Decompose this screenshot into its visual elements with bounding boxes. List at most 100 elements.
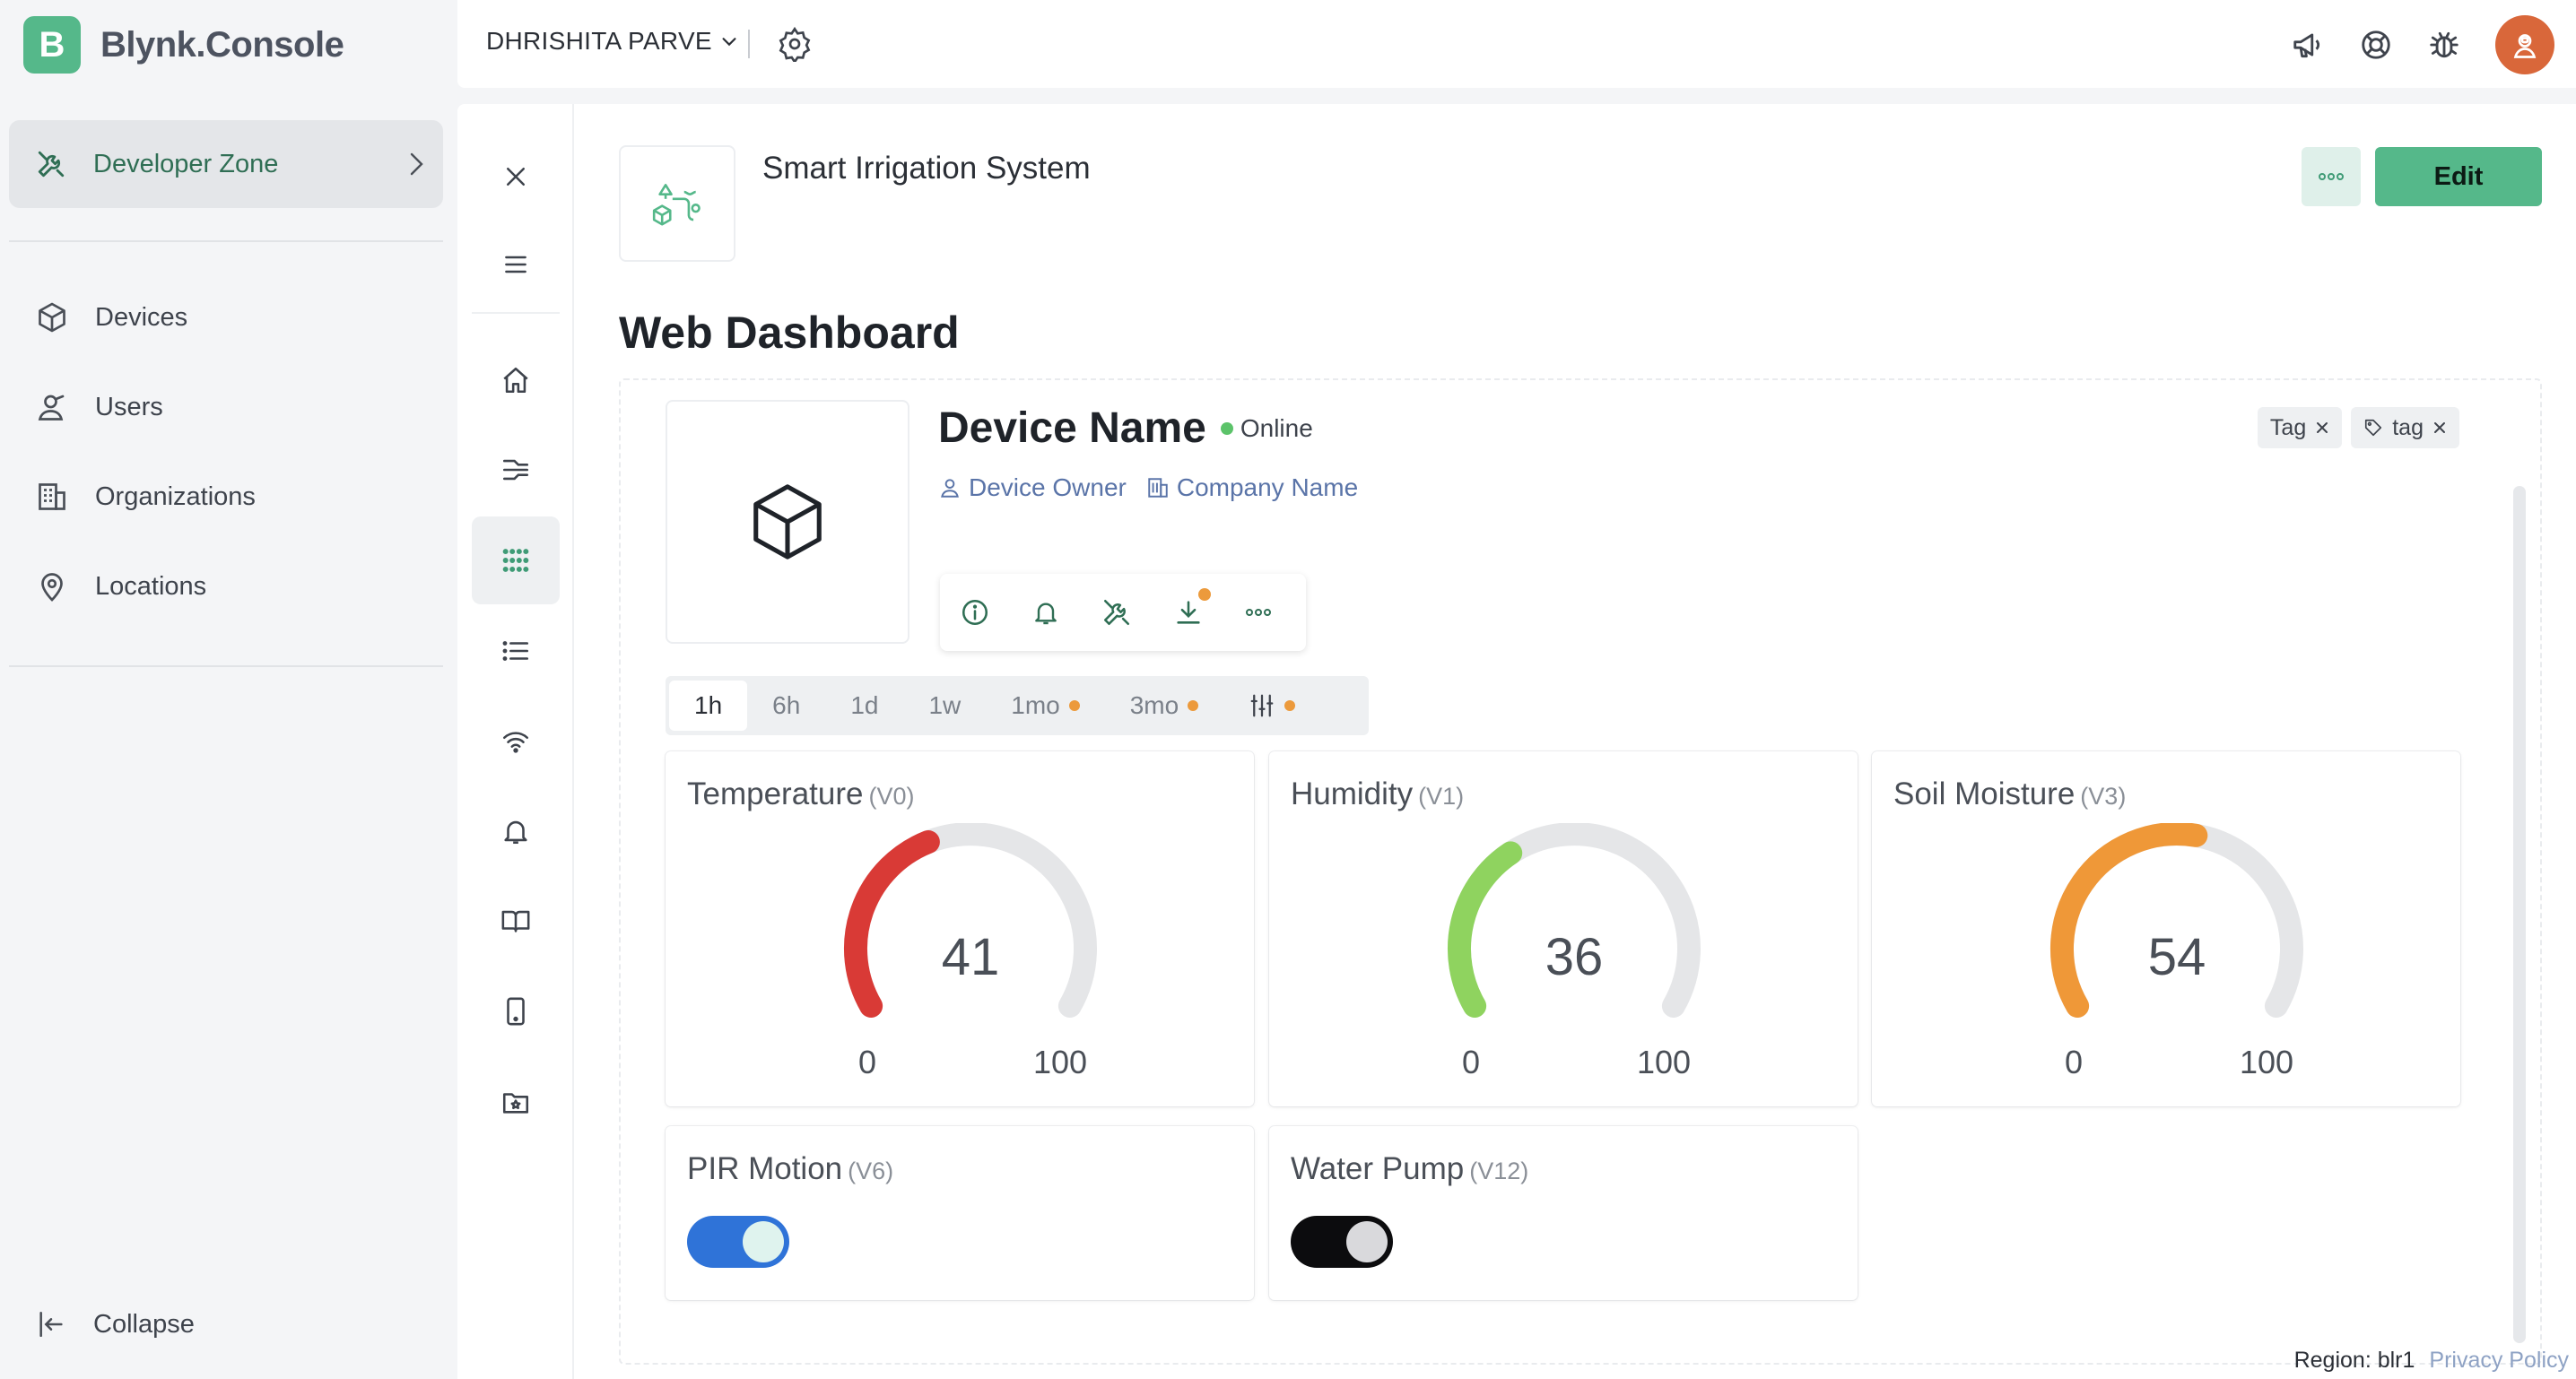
avatar[interactable] — [2495, 15, 2554, 74]
scrollbar[interactable] — [2513, 486, 2526, 1343]
sidebar-item-devices[interactable]: Devices — [36, 291, 187, 344]
template-image — [619, 145, 735, 262]
settings-icon[interactable] — [777, 26, 813, 62]
gauge-max: 100 — [2239, 1044, 2294, 1080]
time-range-selector: 1h 6h 1d 1w 1mo 3mo — [666, 676, 1369, 735]
edit-button[interactable]: Edit — [2375, 147, 2542, 206]
developer-zone-label: Developer Zone — [93, 149, 279, 178]
close-icon[interactable] — [472, 133, 560, 221]
time-range-label: 3mo — [1129, 691, 1179, 719]
company-name-link[interactable]: Company Name — [1146, 473, 1358, 502]
irrigation-icon — [652, 184, 701, 226]
time-range-1d[interactable]: 1d — [825, 681, 903, 731]
org-name: DHRISHITA PARVE — [486, 27, 712, 55]
time-range-label: 6h — [772, 691, 801, 719]
template-name: Smart Irrigation System — [762, 151, 1091, 186]
user-icon — [941, 479, 959, 498]
premium-dot — [1068, 700, 1080, 711]
collapse-button[interactable]: Collapse — [36, 1309, 195, 1340]
time-range-1h[interactable]: 1h — [669, 681, 748, 731]
notification-dot — [1198, 588, 1211, 601]
company-name-label: Company Name — [1176, 473, 1359, 501]
brand-name: Blynk.Console — [100, 24, 344, 65]
top-divider — [748, 30, 750, 58]
info-icon[interactable] — [960, 597, 990, 628]
sidebar-item-label: Devices — [95, 302, 188, 332]
sidebar-divider — [9, 240, 443, 242]
left-sidebar: B Blynk.Console Developer Zone Devices U… — [0, 0, 457, 1379]
device-tags: Tag tag — [2257, 407, 2459, 448]
custom-range-button[interactable] — [1223, 681, 1320, 731]
more-icon[interactable] — [1245, 608, 1272, 617]
time-range-6h[interactable]: 6h — [747, 681, 825, 731]
device-owner-link[interactable]: Device Owner — [938, 473, 1127, 502]
time-range-1w[interactable]: 1w — [903, 681, 986, 731]
megaphone-icon[interactable] — [2291, 28, 2325, 62]
time-range-label: 1w — [928, 691, 962, 719]
water-pump-toggle[interactable] — [1291, 1216, 1393, 1268]
page-title: Web Dashboard — [619, 308, 960, 358]
widget-title: PIR Motion (V6) — [687, 1151, 894, 1186]
download-icon[interactable] — [1173, 588, 1211, 628]
device-image[interactable] — [666, 400, 909, 644]
list-icon[interactable] — [472, 607, 560, 695]
bell-icon[interactable] — [1031, 598, 1060, 627]
chevron-down-icon — [719, 31, 739, 51]
tag-chip[interactable]: Tag — [2257, 407, 2343, 448]
gauge-widget-temperature[interactable]: Temperature (V0) 41 0 100 — [666, 751, 1254, 1106]
close-icon[interactable] — [2315, 421, 2329, 435]
collapse-icon — [36, 1309, 66, 1340]
close-icon[interactable] — [2432, 421, 2447, 435]
sidebar-item-users[interactable]: Users — [36, 380, 163, 434]
toggle-knob — [743, 1221, 784, 1262]
sidebar-item-label: Organizations — [95, 481, 256, 511]
device-meta: Device Owner Company Name — [938, 473, 1358, 502]
time-range-1mo[interactable]: 1mo — [986, 681, 1104, 731]
more-options-button[interactable] — [2302, 147, 2361, 206]
wifi-icon[interactable] — [472, 698, 560, 785]
tools-icon — [36, 149, 66, 179]
top-icons — [2291, 15, 2554, 74]
developer-zone-button[interactable]: Developer Zone — [9, 120, 443, 208]
device-name: Device Name — [938, 404, 1206, 452]
gauge-widget-soil-moisture[interactable]: Soil Moisture (V3) 54 0 100 — [1872, 751, 2460, 1106]
bell-icon[interactable] — [472, 787, 560, 875]
mobile-icon[interactable] — [472, 967, 560, 1055]
tag-icon — [2365, 419, 2382, 437]
building-icon — [36, 481, 68, 513]
home-icon[interactable] — [472, 336, 560, 424]
dashboard-grid-icon[interactable] — [472, 516, 560, 604]
folder-star-icon[interactable] — [472, 1058, 560, 1146]
tag-chip[interactable]: tag — [2351, 407, 2459, 448]
time-range-label: 1h — [694, 691, 723, 719]
pir-motion-toggle[interactable] — [687, 1216, 789, 1268]
book-icon[interactable] — [472, 877, 560, 965]
bug-icon[interactable] — [2427, 28, 2461, 62]
device-header: Device Name Online — [938, 403, 1313, 453]
datastreams-icon[interactable] — [472, 426, 560, 514]
time-range-3mo[interactable]: 3mo — [1105, 681, 1223, 731]
widget-title: Humidity (V1) — [1291, 776, 1465, 811]
gauge-max: 100 — [1636, 1044, 1692, 1080]
lifebuoy-icon[interactable] — [2359, 28, 2393, 62]
org-selector[interactable]: DHRISHITA PARVE — [486, 27, 739, 56]
gauge-widget-humidity[interactable]: Humidity (V1) 36 0 100 — [1269, 751, 1858, 1106]
sidebar-item-label: Locations — [95, 571, 207, 601]
sidebar-item-organizations[interactable]: Organizations — [36, 470, 256, 524]
sidebar-item-label: Users — [95, 392, 163, 421]
time-range-label: 1d — [850, 691, 879, 719]
tag-label: tag — [2392, 414, 2424, 440]
location-pin-icon — [36, 570, 68, 603]
online-dot — [1220, 421, 1233, 435]
sidebar-item-locations[interactable]: Locations — [36, 559, 206, 613]
brand[interactable]: B Blynk.Console — [23, 16, 344, 74]
building-icon — [1148, 478, 1168, 498]
region-label: Region: blr1 — [2293, 1348, 2415, 1373]
chevron-right-icon — [405, 151, 427, 178]
more-icon — [2319, 173, 2344, 180]
tools-icon[interactable] — [1101, 597, 1132, 628]
widget-title: Water Pump (V12) — [1291, 1151, 1529, 1186]
menu-icon[interactable] — [472, 221, 560, 308]
privacy-policy-link[interactable]: Privacy Policy — [2429, 1348, 2569, 1374]
main-content: Smart Irrigation System Edit Web Dashboa… — [574, 104, 2576, 1379]
